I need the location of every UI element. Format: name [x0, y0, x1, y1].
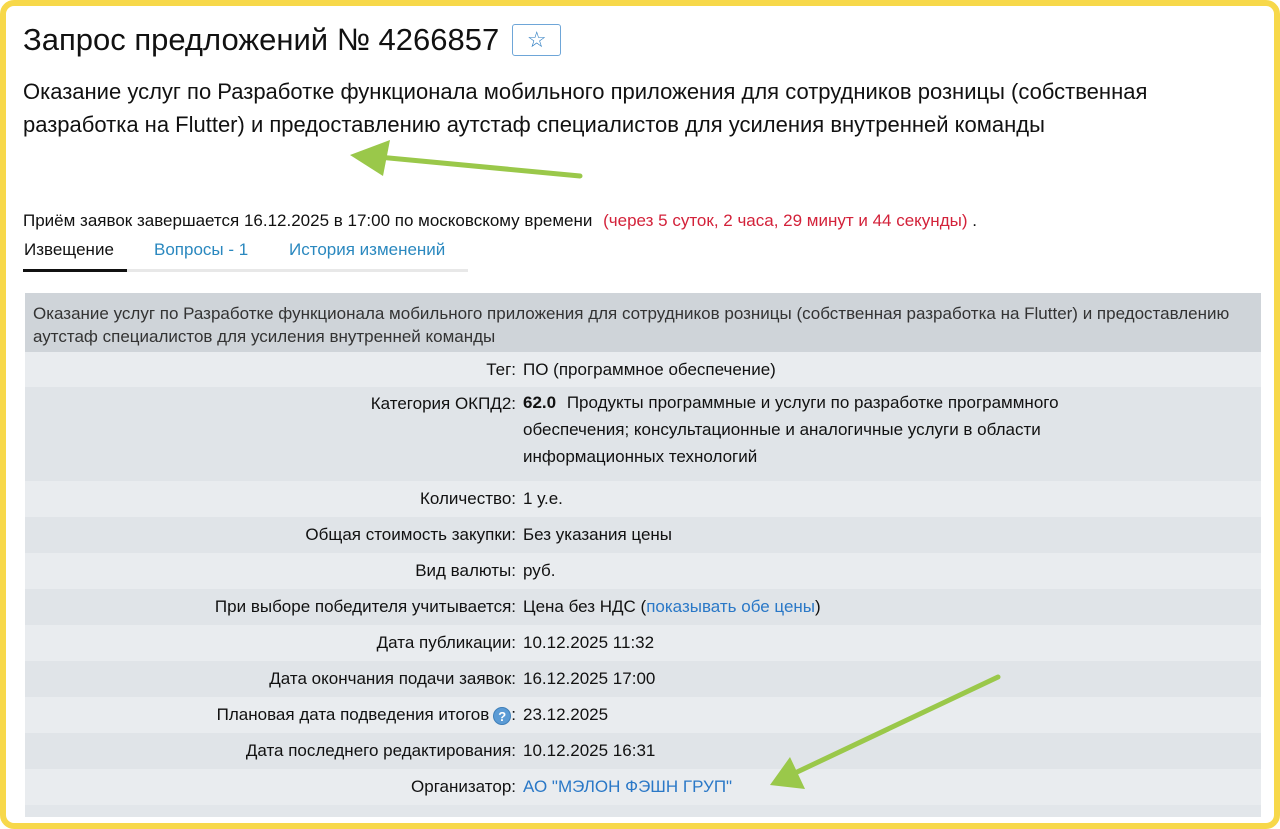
row-last-edited: Дата последнего редактирования: 10.12.20… — [25, 733, 1261, 769]
row-value: ПО (программное обеспечение) — [523, 360, 776, 379]
row-quantity: Количество: 1 у.е. — [25, 481, 1261, 517]
tabs: Извещение Вопросы - 1 История изменений — [23, 238, 468, 272]
row-winner-criteria: При выборе победителя учитывается: Цена … — [25, 589, 1261, 625]
procurement-subject: Оказание услуг по Разработке функционала… — [23, 79, 1148, 137]
row-cost: Общая стоимость закупки: Без указания це… — [25, 517, 1261, 553]
panel-heading: Оказание услуг по Разработке функционала… — [25, 293, 1261, 352]
results-colon: : — [511, 705, 516, 724]
favorite-button[interactable]: ☆ — [512, 24, 562, 56]
organizer-link[interactable]: АО "МЭЛОН ФЭШН ГРУП" — [523, 777, 732, 797]
row-currency: Вид валюты: руб. — [25, 553, 1261, 589]
row-label: При выборе победителя учитывается: — [214, 597, 516, 616]
show-both-prices-link[interactable]: показывать обе цены — [646, 597, 815, 616]
row-label: Дата публикации: — [376, 633, 516, 652]
arrow-subject-icon — [350, 140, 583, 179]
help-icon[interactable]: ? — [493, 706, 512, 725]
row-label: Вид валюты: — [415, 561, 516, 580]
title-row: Запрос предложений № 4266857 ☆ — [23, 22, 562, 58]
active-tab-indicator — [23, 269, 127, 272]
row-label: Дата последнего редактирования: — [245, 741, 516, 760]
row-value: 62.0 Продукты программные и услуги по ра… — [523, 389, 1163, 470]
row-value: 16.12.2025 17:00 — [523, 669, 656, 688]
tab-questions[interactable]: Вопросы - 1 — [154, 240, 248, 260]
row-label: Количество: — [419, 489, 516, 508]
deadline-countdown: (через 5 суток, 2 часа, 29 минут и 44 се… — [603, 211, 968, 230]
row-value: Без указания цены — [523, 525, 672, 544]
winner-value: Цена без НДС ( — [523, 597, 647, 616]
row-label: Общая стоимость закупки: — [305, 525, 516, 544]
row-value: 10.12.2025 11:32 — [523, 633, 655, 652]
star-outline-icon: ☆ — [526, 27, 547, 52]
okpd-description: Продукты программные и услуги по разрабо… — [523, 393, 1059, 466]
tab-history[interactable]: История изменений — [289, 240, 445, 260]
row-organizer: Организатор: АО "МЭЛОН ФЭШН ГРУП" — [25, 769, 1261, 805]
row-tag: Тег: ПО (программное обеспечение) — [25, 352, 1261, 387]
row-label: Плановая дата подведения итогов?: — [217, 705, 516, 725]
row-label: Категория ОКПД2: — [370, 394, 516, 413]
row-value: 23.12.2025 — [523, 705, 609, 724]
row-label: Тег: — [486, 360, 516, 379]
okpd-code: 62.0 — [523, 393, 557, 412]
row-value: 10.12.2025 16:31 — [523, 741, 656, 760]
row-value: 1 у.е. — [523, 489, 563, 508]
row-submission-end: Дата окончания подачи заявок: 16.12.2025… — [25, 661, 1261, 697]
row-published: Дата публикации: 10.12.2025 11:32 — [25, 625, 1261, 661]
deadline-text: Приём заявок завершается 16.12.2025 в 17… — [23, 211, 593, 230]
notice-panel: Оказание услуг по Разработке функционала… — [25, 293, 1261, 817]
winner-suffix: ) — [815, 597, 821, 616]
page-title: Запрос предложений № 4266857 — [23, 22, 500, 57]
row-label: Дата окончания подачи заявок: — [269, 669, 516, 688]
tab-notice[interactable]: Извещение — [24, 240, 114, 260]
deadline-line: Приём заявок завершается 16.12.2025 в 17… — [23, 211, 977, 231]
results-label: Плановая дата подведения итогов — [216, 705, 490, 724]
row-results-date: Плановая дата подведения итогов?: 23.12.… — [25, 697, 1261, 733]
row-label: Организатор: — [411, 777, 516, 796]
row-value: Цена без НДС (показывать обе цены) — [523, 597, 821, 617]
deadline-dot: . — [972, 211, 977, 230]
row-okpd: Категория ОКПД2: 62.0 Продукты программн… — [25, 387, 1261, 481]
row-value: руб. — [523, 561, 556, 580]
